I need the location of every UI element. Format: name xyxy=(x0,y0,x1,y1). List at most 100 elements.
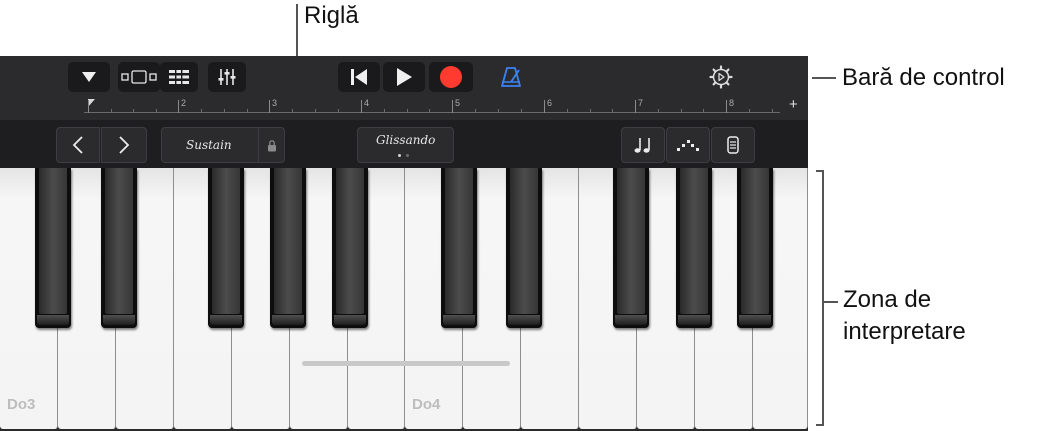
ruler-bar-number: 4 xyxy=(364,98,370,108)
settings-gear-icon xyxy=(709,65,733,89)
black-key-c-sharp-4[interactable] xyxy=(441,168,477,328)
ruler-bar-number: 7 xyxy=(638,98,644,108)
home-indicator xyxy=(302,361,510,366)
play-icon xyxy=(397,68,412,86)
black-key-f-sharp-4[interactable] xyxy=(613,168,649,328)
ruler-minor-tick xyxy=(498,109,499,113)
ruler-minor-tick xyxy=(156,109,157,113)
garageband-app: 2 3 4 5 6 7 8 + Sustain Glissando Do3 Do… xyxy=(0,56,808,431)
ruler-minor-tick xyxy=(384,109,385,113)
ruler-baseline xyxy=(84,112,780,113)
play-area-callout-line1: Zona de xyxy=(843,286,932,313)
notes-button[interactable] xyxy=(621,127,665,163)
sustain-button[interactable]: Sustain xyxy=(161,127,285,163)
ruler-minor-tick xyxy=(111,109,112,113)
sustain-lock-area[interactable] xyxy=(258,128,285,162)
octave-down-button[interactable] xyxy=(56,127,100,163)
lock-icon xyxy=(268,139,276,151)
ruler-tick xyxy=(361,100,362,113)
browser-list-button[interactable] xyxy=(160,62,198,92)
ruler-bar-number: 8 xyxy=(729,98,735,108)
page-dot xyxy=(406,154,409,157)
ruler[interactable]: 2 3 4 5 6 7 8 xyxy=(84,96,780,116)
browser-list-icon xyxy=(169,70,189,84)
tracks-view-button[interactable] xyxy=(118,62,160,92)
glissando-page-dots xyxy=(398,154,418,158)
octave-up-button[interactable] xyxy=(101,127,147,163)
ruler-minor-tick xyxy=(681,109,682,113)
record-icon xyxy=(440,66,462,88)
ruler-tick xyxy=(269,100,270,113)
chevron-left-icon xyxy=(72,136,83,154)
ruler-tick xyxy=(544,100,545,113)
view-menu-button[interactable] xyxy=(68,62,110,92)
ruler-minor-tick xyxy=(247,109,248,113)
ruler-minor-tick xyxy=(315,109,316,113)
play-area-callout-line2: interpretare xyxy=(843,318,966,345)
glissando-label: Glissando xyxy=(376,133,436,147)
playhead-marker[interactable] xyxy=(88,99,95,107)
control-bar-callout-line xyxy=(812,77,836,79)
play-area-callout-line xyxy=(824,301,838,303)
play-area-bracket xyxy=(822,170,824,426)
key-label-c4: Do4 xyxy=(412,396,441,413)
black-key-g-sharp-3[interactable] xyxy=(270,168,306,328)
tracks-view-icon xyxy=(121,70,157,84)
ruler-minor-tick xyxy=(612,109,613,113)
ruler-tick xyxy=(88,100,89,113)
settings-button[interactable] xyxy=(707,64,735,90)
black-key-c-sharp-3[interactable] xyxy=(35,168,71,328)
ruler-minor-tick xyxy=(133,109,134,113)
play-area-bracket-top xyxy=(816,170,823,172)
keyboard-play-area: Do3 Do4 xyxy=(0,168,808,431)
ruler-minor-tick xyxy=(749,109,750,113)
ruler-minor-tick xyxy=(224,109,225,113)
black-key-a-sharp-3[interactable] xyxy=(332,168,368,328)
add-section-button[interactable]: + xyxy=(789,97,798,112)
ruler-minor-tick xyxy=(772,109,773,113)
notes-icon xyxy=(634,138,650,153)
ruler-minor-tick xyxy=(521,109,522,113)
black-key-d-sharp-3[interactable] xyxy=(101,168,137,328)
mixer-button[interactable] xyxy=(208,62,246,92)
chevron-right-icon xyxy=(119,136,130,154)
glissando-button[interactable]: Glissando xyxy=(357,127,454,163)
ruler-callout: Riglă xyxy=(304,2,359,29)
ruler-tick xyxy=(635,100,636,113)
keyboard-size-button[interactable] xyxy=(711,127,755,163)
black-key-d-sharp-4[interactable] xyxy=(506,168,542,328)
ruler-minor-tick xyxy=(338,109,339,113)
metronome-button[interactable] xyxy=(498,64,524,90)
ruler-minor-tick xyxy=(429,109,430,113)
ruler-minor-tick xyxy=(475,109,476,113)
page-dot-active xyxy=(398,154,401,157)
ruler-tick xyxy=(726,100,727,113)
control-bar: 2 3 4 5 6 7 8 + xyxy=(0,56,808,120)
keyboard-size-icon xyxy=(727,136,739,154)
arpeggiator-button[interactable] xyxy=(666,127,710,163)
ruler-bar-number: 6 xyxy=(547,98,553,108)
sustain-label: Sustain xyxy=(186,138,232,152)
mixer-icon xyxy=(218,69,236,85)
record-button[interactable] xyxy=(429,62,473,92)
ruler-minor-tick xyxy=(703,109,704,113)
key-label-c3: Do3 xyxy=(7,396,36,413)
ruler-tick xyxy=(178,100,179,113)
ruler-tick xyxy=(452,100,453,113)
go-to-beginning-button[interactable] xyxy=(338,62,380,92)
black-key-a-sharp-4[interactable] xyxy=(737,168,773,328)
ruler-minor-tick xyxy=(567,109,568,113)
ruler-bar-number: 2 xyxy=(181,98,187,108)
triangle-down-icon xyxy=(82,72,96,82)
ruler-minor-tick xyxy=(658,109,659,113)
play-button[interactable] xyxy=(383,62,425,92)
black-key-f-sharp-3[interactable] xyxy=(208,168,244,328)
metronome-icon xyxy=(501,67,521,87)
go-to-beginning-icon xyxy=(351,69,367,85)
ruler-minor-tick xyxy=(201,109,202,113)
ruler-minor-tick xyxy=(407,109,408,113)
black-key-g-sharp-4[interactable] xyxy=(676,168,712,328)
arpeggiator-icon xyxy=(677,140,699,151)
play-area-bracket-bottom xyxy=(816,424,823,426)
control-bar-callout: Bară de control xyxy=(842,64,1005,91)
